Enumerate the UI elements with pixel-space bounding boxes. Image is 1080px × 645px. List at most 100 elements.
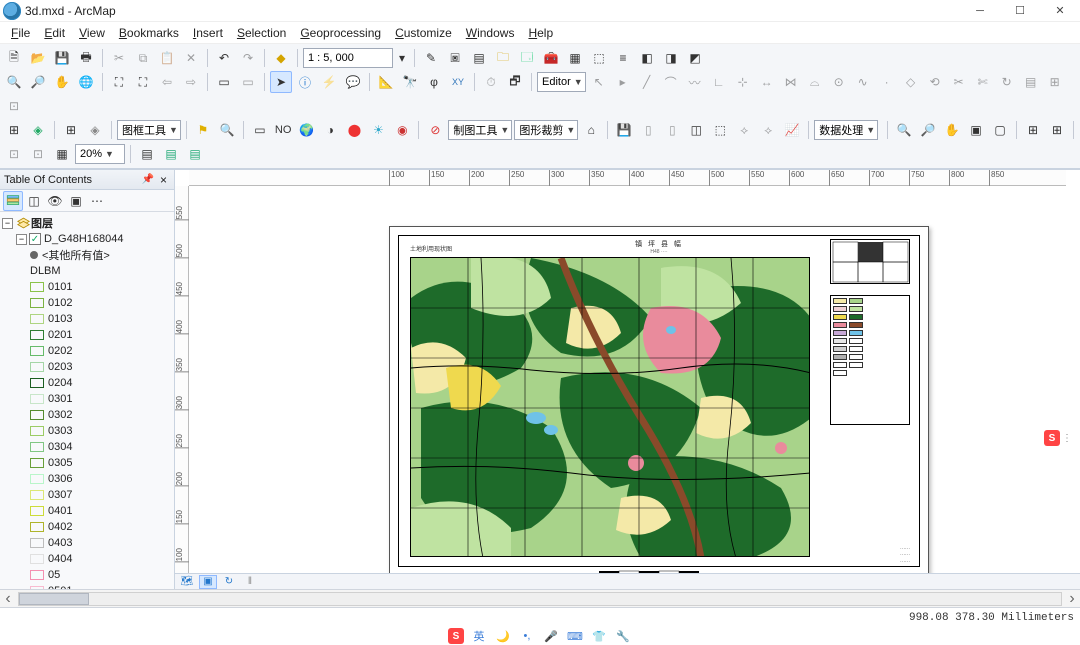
map-data-frame[interactable] (410, 257, 810, 557)
menu-selection[interactable]: Selection (230, 24, 293, 42)
world-icon[interactable]: 🌍 (295, 119, 317, 141)
layout-zoom-in-icon[interactable]: 🔍 (893, 119, 915, 141)
sogou-ime-icon[interactable]: S (448, 628, 464, 644)
page-canvas[interactable]: 土地利用现状图 镇 坪 县 幅 H48 ···· (189, 186, 1066, 589)
tree-value-row[interactable]: 0204 (2, 375, 172, 391)
keyboard-icon[interactable]: ⌨ (566, 628, 584, 644)
menu-edit[interactable]: Edit (37, 24, 72, 42)
toc-header[interactable]: Table Of Contents 📌 × (0, 170, 174, 190)
tool-b-icon[interactable]: ⬤ (343, 119, 365, 141)
tree-value-row[interactable]: 0303 (2, 423, 172, 439)
menu-windows[interactable]: Windows (459, 24, 522, 42)
python-window-icon[interactable]: ▦ (564, 47, 586, 69)
search-icon[interactable]: 🗔 (516, 47, 538, 69)
menu-insert[interactable]: Insert (186, 24, 230, 42)
find-icon[interactable]: 🔭 (399, 71, 421, 93)
skin-icon[interactable]: 👕 (590, 628, 608, 644)
new-rectangle-icon[interactable]: ▭ (249, 119, 271, 141)
zhitu-dropdown[interactable]: 制图工具 ▼ (448, 120, 512, 140)
scroll-left-icon[interactable]: ‹ (0, 590, 16, 608)
scale-dropdown-icon[interactable]: ▾ (395, 47, 409, 69)
add-data-icon[interactable]: ◆ (270, 47, 292, 69)
tree-value-row[interactable]: 0304 (2, 439, 172, 455)
tree-value-row[interactable]: 0404 (2, 551, 172, 567)
create-viewer-icon[interactable]: 🗗 (504, 71, 526, 93)
align-4-icon[interactable]: ⬚ (709, 119, 731, 141)
toc-icon[interactable]: ▤ (468, 47, 490, 69)
floating-ime-indicator[interactable]: S ⋮ (1044, 430, 1072, 446)
open-icon[interactable]: 📂 (27, 47, 49, 69)
go-to-xy-icon[interactable]: XY (447, 71, 469, 93)
menu-bookmarks[interactable]: Bookmarks (112, 24, 186, 42)
layer-visibility-checkbox[interactable]: ✓ (29, 233, 41, 245)
list-by-visibility-icon[interactable]: 👁 (45, 191, 65, 211)
map-scale-icon[interactable]: 🞖 (444, 47, 466, 69)
print-icon[interactable]: 🖶 (75, 47, 97, 69)
undo-icon[interactable]: ↶ (213, 47, 235, 69)
tool-c-icon[interactable]: ◉ (391, 119, 413, 141)
scroll-thumb[interactable] (19, 593, 89, 605)
stop-icon[interactable]: ⊘ (424, 119, 446, 141)
editor-toolbar-icon[interactable]: ✎ (420, 47, 442, 69)
pin-icon[interactable]: 📌 (139, 174, 157, 185)
collapse-icon[interactable]: − (16, 234, 27, 245)
layout-view[interactable]: 1001502002503003504004505005506006507007… (175, 170, 1080, 589)
menu-file[interactable]: File (4, 24, 37, 42)
sun-icon[interactable]: ☀ (367, 119, 389, 141)
layout-view-tab-icon[interactable]: ▣ (199, 575, 217, 589)
close-button[interactable]: ✕ (1040, 0, 1080, 22)
pause-drawing-icon[interactable]: ‖ (241, 575, 259, 589)
arc-toolbox-icon[interactable]: 🧰 (540, 47, 562, 69)
menu-customize[interactable]: Customize (388, 24, 459, 42)
tree-value-row[interactable]: 0301 (2, 391, 172, 407)
identify-icon[interactable]: ⓘ (294, 71, 316, 93)
layout-back-icon[interactable]: ⊞ (1022, 119, 1044, 141)
grid-icon[interactable]: ⊞ (3, 119, 25, 141)
tree-value-row[interactable]: 0402 (2, 519, 172, 535)
layout-fwd-icon[interactable]: ⊞ (1046, 119, 1068, 141)
scale-input[interactable] (303, 48, 393, 68)
ime-language-label[interactable]: 英 (470, 628, 488, 644)
close-panel-icon[interactable]: × (157, 173, 170, 187)
editor-dropdown[interactable]: Editor ▼ (537, 72, 586, 92)
tuxing-dropdown[interactable]: 图形裁剪 ▼ (514, 120, 578, 140)
tree-other-values[interactable]: <其他所有值> (2, 247, 172, 263)
menu-view[interactable]: View (72, 24, 112, 42)
tree-field-heading[interactable]: DLBM (2, 263, 172, 279)
magnifier-icon[interactable]: 🔍 (216, 119, 238, 141)
shuju-dropdown[interactable]: 数据处理 ▼ (814, 120, 878, 140)
select-features-icon[interactable]: ▭ (213, 71, 235, 93)
tree-value-row[interactable]: 0103 (2, 311, 172, 327)
layer-cfg-icon[interactable]: ◈ (84, 119, 106, 141)
list-by-selection-icon[interactable]: ▣ (66, 191, 86, 211)
time-slider-icon[interactable]: ≡ (612, 47, 634, 69)
punctuation-icon[interactable]: •, (518, 628, 536, 644)
html-popup-icon[interactable]: 💬 (342, 71, 364, 93)
page-text-icon[interactable]: ▤ (160, 143, 182, 165)
catalog-icon[interactable]: 🗀 (492, 47, 514, 69)
tree-value-row[interactable]: 0202 (2, 343, 172, 359)
measure-icon[interactable]: 📐 (375, 71, 397, 93)
save-icon[interactable]: 💾 (51, 47, 73, 69)
tool-a-icon[interactable]: ◑ (319, 119, 341, 141)
tree-value-row[interactable]: 0203 (2, 359, 172, 375)
minimize-button[interactable]: ─ (960, 0, 1000, 22)
list-by-source-icon[interactable]: ◫ (24, 191, 44, 211)
align-3-icon[interactable]: ◫ (685, 119, 707, 141)
page-print-icon[interactable]: ▤ (184, 143, 206, 165)
scroll-right-icon[interactable]: › (1064, 590, 1080, 608)
unknown-tool-2-icon[interactable]: ◨ (660, 47, 682, 69)
zoom-out-icon[interactable]: 🔎 (27, 71, 49, 93)
tree-value-row[interactable]: 0306 (2, 471, 172, 487)
unknown-tool-3-icon[interactable]: ◩ (684, 47, 706, 69)
data-view-tab-icon[interactable]: 🗺 (178, 575, 196, 589)
layout-pan-icon[interactable]: ✋ (941, 119, 963, 141)
change-layout-icon[interactable]: ▦ (51, 143, 73, 165)
tree-value-row[interactable]: 0305 (2, 455, 172, 471)
model-builder-icon[interactable]: ⬚ (588, 47, 610, 69)
tree-value-row[interactable]: 0102 (2, 295, 172, 311)
layout-100-icon[interactable]: ▢ (989, 119, 1011, 141)
zoom-in-icon[interactable]: 🔍 (3, 71, 25, 93)
find-route-icon[interactable]: φ (423, 71, 445, 93)
select-elements-icon[interactable]: ➤ (270, 71, 292, 93)
